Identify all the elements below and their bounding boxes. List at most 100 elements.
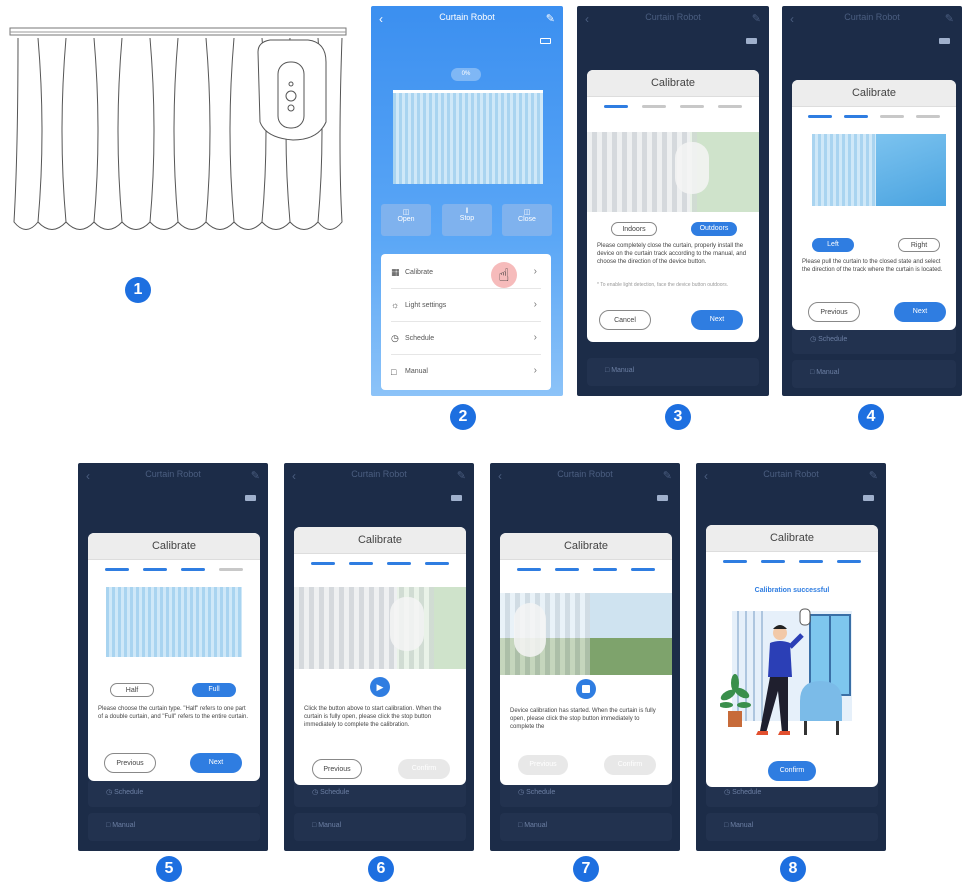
menu-manual[interactable]: □ Manual: [294, 813, 466, 841]
app-title: Curtain Robot: [145, 469, 201, 479]
confirm-button-disabled[interactable]: Confirm: [398, 759, 450, 779]
stop-button[interactable]: ‖ Stop: [442, 204, 492, 236]
step-indicator: [587, 97, 759, 116]
step-indicator: [792, 107, 956, 126]
edit-icon[interactable]: ✎: [251, 469, 260, 482]
battery-icon: [746, 38, 757, 44]
previous-button[interactable]: Previous: [808, 302, 860, 322]
edit-icon[interactable]: ✎: [663, 469, 672, 482]
back-icon[interactable]: ‹: [498, 469, 502, 483]
back-icon[interactable]: ‹: [292, 469, 296, 483]
previous-button[interactable]: Previous: [312, 759, 362, 779]
menu-manual[interactable]: □ Manual: [587, 358, 759, 386]
menu-calibrate-label: Calibrate: [405, 268, 434, 276]
back-icon[interactable]: ‹: [704, 469, 708, 483]
right-button[interactable]: Right: [898, 238, 940, 252]
instruction-text: Please choose the curtain type. "Half" r…: [98, 706, 249, 720]
battery-icon: [863, 495, 874, 501]
topbar: ‹ Curtain Robot ✎: [696, 469, 886, 487]
step-indicator: [706, 552, 878, 571]
open-icon: ◫: [402, 209, 410, 216]
menu-light-settings[interactable]: ☼ Light settings ›: [391, 289, 541, 322]
chevron-right-icon: ›: [533, 332, 537, 343]
back-icon[interactable]: ‹: [379, 12, 383, 26]
edit-icon[interactable]: ✎: [457, 469, 466, 482]
chevron-right-icon: ›: [533, 365, 537, 376]
step-indicator: [88, 560, 260, 579]
full-button[interactable]: Full: [192, 683, 236, 697]
stop-icon: ‖: [465, 208, 469, 215]
curtain-preview: [393, 90, 543, 184]
play-button[interactable]: ▶: [370, 677, 390, 697]
menu-manual[interactable]: □ Manual: [706, 813, 878, 841]
dialog-title: Calibrate: [706, 525, 878, 552]
battery-icon: [245, 495, 256, 501]
left-button[interactable]: Left: [812, 238, 854, 252]
menu-schedule[interactable]: ◷ Schedule ›: [391, 322, 541, 355]
menu-manual[interactable]: □ Manual: [792, 360, 956, 388]
menu-manual[interactable]: □ Manual ›: [391, 355, 541, 388]
dialog-title: Calibrate: [792, 80, 956, 107]
edit-icon[interactable]: ✎: [546, 12, 555, 25]
step-badge-4: 4: [858, 404, 884, 430]
indoors-button[interactable]: Indoors: [611, 222, 657, 236]
window-photo: [587, 132, 759, 212]
edit-icon[interactable]: ✎: [752, 12, 761, 25]
menu-schedule[interactable]: ◷ Schedule: [792, 326, 956, 354]
step-badge-3: 3: [665, 404, 691, 430]
stop-record-button[interactable]: [576, 679, 596, 699]
menu-manual-label: Manual: [318, 822, 342, 829]
confirm-button[interactable]: Confirm: [768, 761, 816, 781]
battery-icon: [451, 495, 462, 501]
step-badge-5: 5: [156, 856, 182, 882]
step6-screen: ‹ Curtain Robot ✎ ◷ Schedule □ Manual Cali…: [284, 463, 474, 851]
menu-schedule-label: Schedule: [526, 789, 556, 796]
next-button[interactable]: Next: [894, 302, 946, 322]
instruction-text: Please completely close the curtain, pro…: [597, 243, 747, 265]
close-button[interactable]: ◫ Close: [502, 204, 552, 236]
chevron-right-icon: ›: [533, 266, 537, 277]
edit-icon[interactable]: ✎: [869, 469, 878, 482]
back-icon[interactable]: ‹: [86, 469, 90, 483]
clock-icon: ◷: [391, 332, 399, 343]
edit-icon[interactable]: ✎: [945, 12, 954, 25]
menu-manual[interactable]: □ Manual: [88, 813, 260, 841]
topbar: ‹ Curtain Robot ✎: [371, 12, 563, 30]
window-preview-right: [876, 134, 946, 206]
stop-icon: [582, 685, 590, 693]
next-button[interactable]: Next: [691, 310, 743, 330]
app-title: Curtain Robot: [645, 12, 701, 22]
menu-calibrate[interactable]: ▦ Calibrate ›: [391, 256, 541, 289]
back-icon[interactable]: ‹: [585, 12, 589, 26]
window-photo: [500, 593, 672, 675]
menu-schedule[interactable]: ◷ Schedule: [88, 779, 260, 807]
success-text: Calibration successful: [754, 587, 830, 594]
dialog-title: Calibrate: [294, 527, 466, 554]
confirm-button-disabled[interactable]: Confirm: [604, 755, 656, 775]
menu-schedule-label: Schedule: [818, 336, 848, 343]
menu-light-label: Light settings: [405, 301, 447, 309]
previous-button-disabled[interactable]: Previous: [518, 755, 568, 775]
menu-manual-label: Manual: [730, 822, 754, 829]
half-button[interactable]: Half: [110, 683, 154, 697]
instruction-text: Please pull the curtain to the closed st…: [802, 259, 943, 273]
step-badge-1: 1: [125, 277, 151, 303]
previous-button[interactable]: Previous: [104, 753, 156, 773]
topbar: ‹ Curtain Robot ✎: [577, 12, 769, 30]
step-badge-8: 8: [780, 856, 806, 882]
curtain-preview: [106, 585, 242, 657]
calibrate-dialog: Calibrate Half Full Please choose the cu…: [88, 533, 260, 781]
battery-icon: [657, 495, 668, 501]
cancel-button[interactable]: Cancel: [599, 310, 651, 330]
menu-manual[interactable]: □ Manual: [500, 813, 672, 841]
next-button[interactable]: Next: [190, 753, 242, 773]
outdoors-button[interactable]: Outdoors: [691, 222, 737, 236]
step1-illustration: [8, 22, 348, 252]
success-illustration: [720, 608, 852, 735]
back-icon[interactable]: ‹: [790, 12, 794, 26]
open-button[interactable]: ◫ Open: [381, 204, 431, 236]
app-title: Curtain Robot: [763, 469, 819, 479]
menu-manual-label: Manual: [816, 369, 840, 376]
topbar: ‹ Curtain Robot ✎: [78, 469, 268, 487]
menu-list: ▦ Calibrate › ☼ Light settings › ◷ Schedule › …: [381, 254, 551, 390]
